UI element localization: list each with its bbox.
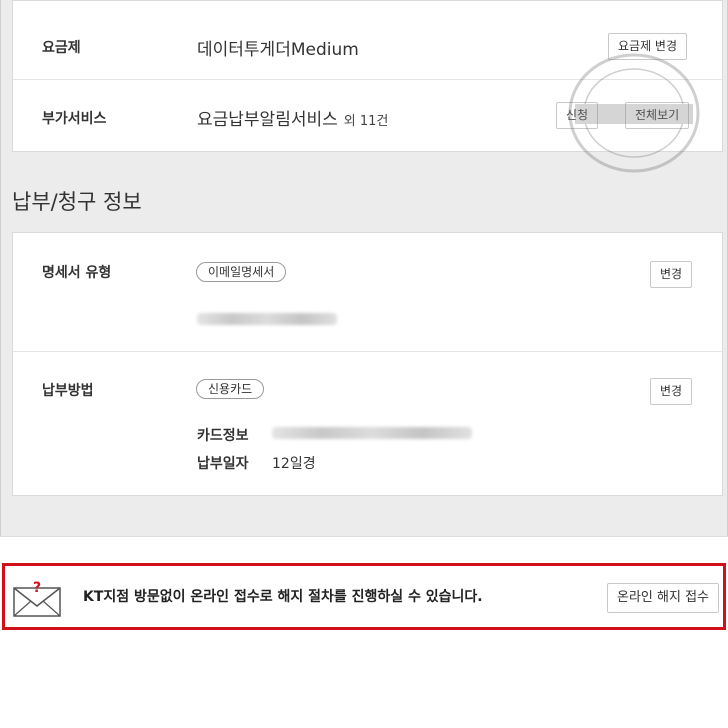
addon-count: 외 11건 bbox=[343, 114, 389, 129]
addon-row: 부가서비스 요금납부알림서비스 외 11건 신청 전체보기 bbox=[13, 80, 722, 152]
redacted-email bbox=[197, 313, 337, 325]
plan-card: 요금제 데이터투게더Medium 요금제 변경 부가서비스 요금납부알림서비스 외… bbox=[12, 0, 723, 152]
view-all-addons-button[interactable]: 전체보기 bbox=[625, 102, 690, 129]
pay-day-label: 납부일자 bbox=[197, 456, 249, 472]
plan-label: 요금제 bbox=[42, 40, 81, 56]
apply-addon-button[interactable]: 신청 bbox=[556, 102, 599, 129]
online-cancellation-button[interactable]: 온라인 해지 접수 bbox=[607, 583, 719, 613]
payment-row: 납부방법 신용카드 변경 카드정보 납부일자 12일경 bbox=[13, 352, 722, 496]
change-statement-button[interactable]: 변경 bbox=[650, 261, 693, 288]
payment-method-label: 납부방법 bbox=[42, 383, 94, 399]
svg-text:?: ? bbox=[33, 580, 41, 596]
envelope-question-icon: ? bbox=[13, 580, 61, 617]
addon-label: 부가서비스 bbox=[42, 111, 107, 127]
statement-row: 명세서 유형 이메일명세서 변경 bbox=[13, 233, 722, 351]
change-plan-button[interactable]: 요금제 변경 bbox=[608, 33, 688, 60]
cancellation-notice: ? KT지점 방문없이 온라인 접수로 해지 절차를 진행하실 수 있습니다. … bbox=[2, 563, 726, 630]
change-payment-button[interactable]: 변경 bbox=[650, 378, 693, 405]
statement-type-tag: 이메일명세서 bbox=[196, 262, 287, 282]
notice-text: KT지점 방문없이 온라인 접수로 해지 절차를 진행하실 수 있습니다. bbox=[83, 589, 483, 605]
redacted-card-info bbox=[272, 427, 472, 439]
payment-method-tag: 신용카드 bbox=[196, 379, 265, 399]
card-info-label: 카드정보 bbox=[197, 428, 249, 444]
billing-section-title: 납부/청구 정보 bbox=[12, 190, 142, 214]
billing-card: 명세서 유형 이메일명세서 변경 납부방법 신용카드 변경 카드정보 납부일자 … bbox=[12, 232, 723, 496]
plan-row: 요금제 데이터투게더Medium 요금제 변경 bbox=[13, 1, 722, 79]
addon-service-name: 요금납부알림서비스 bbox=[197, 110, 338, 130]
plan-value: 데이터투게더Medium bbox=[197, 40, 359, 60]
addon-value: 요금납부알림서비스 외 11건 bbox=[197, 105, 388, 130]
bottom-divider bbox=[0, 536, 728, 537]
statement-type-label: 명세서 유형 bbox=[42, 265, 112, 281]
pay-day-value: 12일경 bbox=[272, 456, 316, 472]
